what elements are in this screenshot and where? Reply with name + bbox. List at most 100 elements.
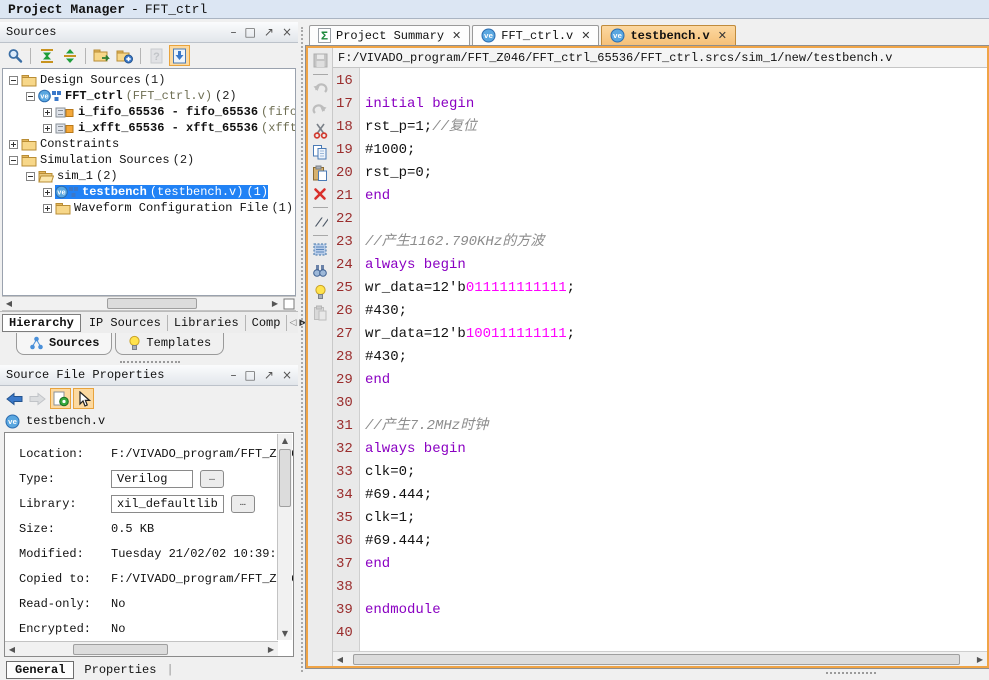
properties-hscroll-track[interactable]	[19, 643, 264, 656]
close-icon[interactable]: ×	[282, 369, 292, 381]
tree-hscroll-thumb[interactable]	[107, 298, 197, 309]
tree-item-design-sources[interactable]: Design Sources (1)	[3, 72, 295, 88]
view-tab-templates[interactable]: Templates	[115, 333, 224, 355]
editor-hscroll-track[interactable]	[347, 653, 973, 666]
code-line-34[interactable]: 34#69.444;	[333, 484, 987, 507]
editor-tab-testbench-v[interactable]: vetestbench.v✕	[601, 25, 735, 46]
expand-all-button[interactable]	[59, 45, 80, 66]
cut-button[interactable]	[311, 121, 330, 140]
search-button[interactable]	[4, 45, 25, 66]
tree-hscrollbar[interactable]: ◀ ▶	[2, 296, 296, 311]
code-line-33[interactable]: 33clk=0;	[333, 461, 987, 484]
tree-item-i-xfft-65536-xfft-65536[interactable]: i_xfft_65536 - xfft_65536 (xfft_655	[3, 120, 295, 136]
properties-vscroll-thumb[interactable]	[279, 449, 291, 507]
maximize-icon[interactable]: □	[245, 369, 256, 381]
code-line-26[interactable]: 26#430;	[333, 300, 987, 323]
code-line-25[interactable]: 25wr_data=12'b011111111111;	[333, 277, 987, 300]
bulb-button[interactable]	[311, 282, 330, 301]
code-editor[interactable]: 16 17initial begin18rst_p=1;//复位19#1000;…	[333, 68, 987, 651]
code-line-35[interactable]: 35clk=1;	[333, 507, 987, 530]
minimize-icon[interactable]: –	[231, 369, 237, 381]
tab-libraries[interactable]: Libraries	[168, 315, 246, 331]
plus-box-icon[interactable]	[43, 204, 52, 213]
code-line-18[interactable]: 18rst_p=1;//复位	[333, 116, 987, 139]
code-line-24[interactable]: 24always begin	[333, 254, 987, 277]
property-field[interactable]: xil_defaultlib	[111, 495, 224, 513]
code-line-36[interactable]: 36#69.444;	[333, 530, 987, 553]
sources-tree[interactable]: Design Sources (1) veFFT_ctrl (FFT_ctrl.v…	[2, 68, 296, 296]
scroll-down-icon[interactable]: ▼	[278, 627, 292, 640]
forward-button[interactable]	[27, 388, 48, 409]
code-line-31[interactable]: 31//产生7.2MHz时钟	[333, 415, 987, 438]
edit-properties-button[interactable]	[50, 388, 71, 409]
code-line-29[interactable]: 29end	[333, 369, 987, 392]
tree-corner-box[interactable]	[282, 297, 296, 310]
minus-box-icon[interactable]	[26, 92, 35, 101]
browse-button[interactable]: …	[200, 470, 224, 488]
tree-item-content[interactable]: Constraints	[21, 137, 119, 151]
scroll-to-button[interactable]	[169, 45, 190, 66]
tree-item-sim-1[interactable]: sim_1 (2)	[3, 168, 295, 184]
code-line-17[interactable]: 17initial begin	[333, 93, 987, 116]
close-tab-icon[interactable]: ✕	[581, 29, 590, 42]
tree-hscroll-track[interactable]	[16, 297, 268, 310]
property-field[interactable]: Verilog	[111, 470, 193, 488]
tree-item-content[interactable]: veFFT_ctrl (FFT_ctrl.v) (2)	[38, 89, 237, 103]
copy-button[interactable]	[311, 142, 330, 161]
plus-box-icon[interactable]	[9, 140, 18, 149]
editor-hscrollbar[interactable]: ◀ ▶	[333, 651, 987, 666]
float-icon[interactable]: ↗	[264, 369, 274, 381]
minus-box-icon[interactable]	[9, 76, 18, 85]
scroll-right-icon[interactable]: ▶	[268, 297, 282, 310]
code-line-32[interactable]: 32always begin	[333, 438, 987, 461]
close-tab-icon[interactable]: ✕	[452, 29, 461, 42]
save-button[interactable]	[311, 51, 330, 70]
tab-prev-icon[interactable]: ◁	[289, 318, 296, 328]
code-line-28[interactable]: 28#430;	[333, 346, 987, 369]
tree-item-content[interactable]: sim_1 (2)	[38, 169, 118, 183]
plus-box-icon[interactable]	[43, 188, 52, 197]
close-tab-icon[interactable]: ✕	[718, 29, 727, 42]
tab-ip-sources[interactable]: IP Sources	[83, 315, 168, 331]
delete-button[interactable]	[311, 184, 330, 203]
tree-selection[interactable]: vetestbench (testbench.v) (1)	[55, 185, 268, 199]
maximize-icon[interactable]: □	[245, 26, 256, 38]
panel-splitter-horizontal[interactable]	[0, 359, 298, 365]
minimize-icon[interactable]: –	[231, 26, 237, 38]
editor-tab-fft-ctrl-v[interactable]: veFFT_ctrl.v✕	[472, 25, 599, 46]
tree-item-content[interactable]: i_xfft_65536 - xfft_65536 (xfft_655	[55, 121, 296, 135]
select-button[interactable]	[73, 388, 94, 409]
open-file-button[interactable]	[91, 45, 112, 66]
code-line-16[interactable]: 16	[333, 70, 987, 93]
collapse-all-button[interactable]	[36, 45, 57, 66]
tree-item-testbench[interactable]: vetestbench (testbench.v) (1)	[3, 184, 295, 200]
redo-button[interactable]	[311, 100, 330, 119]
properties-hscroll-thumb[interactable]	[73, 644, 168, 655]
properties-vscroll-track[interactable]	[278, 447, 292, 627]
comment-button[interactable]: //	[311, 212, 330, 231]
minus-box-icon[interactable]	[26, 172, 35, 181]
scroll-left-icon[interactable]: ◀	[5, 643, 19, 656]
scroll-right-icon[interactable]: ▶	[264, 643, 278, 656]
help-button[interactable]: ?	[146, 45, 167, 66]
find-button[interactable]	[311, 261, 330, 280]
code-line-37[interactable]: 37end	[333, 553, 987, 576]
panel-splitter-vertical[interactable]	[298, 19, 306, 680]
view-tab-sources[interactable]: Sources	[16, 333, 112, 355]
undo-button[interactable]	[311, 79, 330, 98]
block-comment-button[interactable]	[311, 240, 330, 259]
tab-general[interactable]: General	[6, 661, 74, 679]
code-line-38[interactable]: 38	[333, 576, 987, 599]
back-button[interactable]	[4, 388, 25, 409]
plus-box-icon[interactable]	[43, 124, 52, 133]
tree-item-content[interactable]: Design Sources (1)	[21, 73, 165, 87]
minus-box-icon[interactable]	[9, 156, 18, 165]
code-line-30[interactable]: 30	[333, 392, 987, 415]
code-line-40[interactable]: 40	[333, 622, 987, 645]
code-line-23[interactable]: 23//产生1162.790KHz的方波	[333, 231, 987, 254]
tree-item-constraints[interactable]: Constraints	[3, 136, 295, 152]
properties-vscrollbar[interactable]: ▲ ▼	[277, 434, 292, 640]
scroll-right-icon[interactable]: ▶	[973, 653, 987, 666]
scroll-left-icon[interactable]: ◀	[333, 653, 347, 666]
float-icon[interactable]: ↗	[264, 26, 274, 38]
